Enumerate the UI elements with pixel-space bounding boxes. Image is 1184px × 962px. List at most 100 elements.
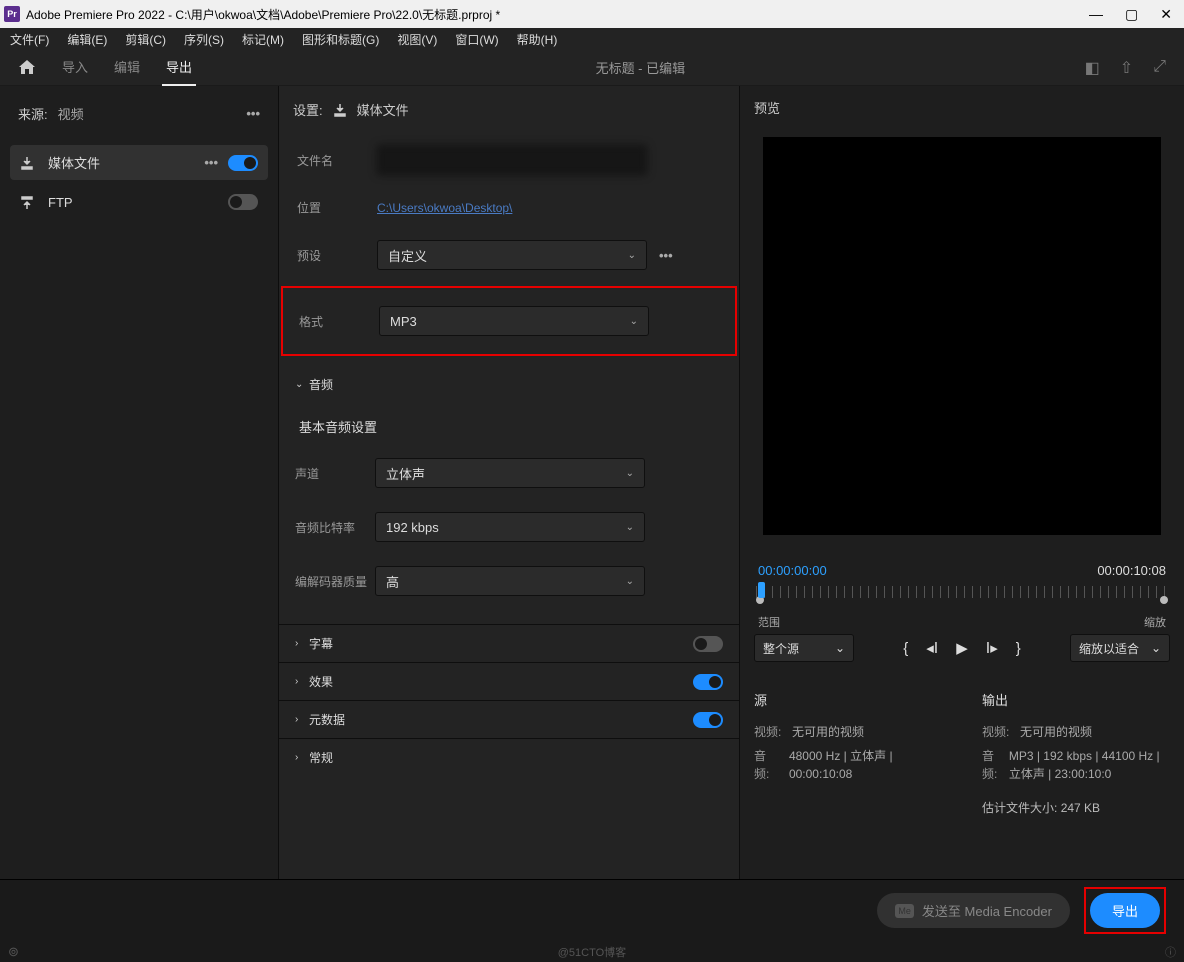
section-toggle[interactable] <box>693 674 723 690</box>
section-header[interactable]: ›字幕 <box>279 624 739 662</box>
top-tab[interactable]: 导入 <box>58 49 92 86</box>
menu-item[interactable]: 序列(S) <box>180 29 228 50</box>
minimize-button[interactable]: — <box>1089 6 1103 23</box>
close-button[interactable]: ✕ <box>1160 6 1172 23</box>
window-title: Adobe Premiere Pro 2022 - C:\用户\okwoa\文档… <box>26 6 1089 23</box>
export-highlight: 导出 <box>1084 887 1166 934</box>
share-icon[interactable]: ⇧ <box>1120 58 1133 78</box>
chevron-down-icon: ⌄ <box>626 468 634 479</box>
bitrate-dropdown[interactable]: 192 kbps⌄ <box>375 512 645 542</box>
destination-item[interactable]: 媒体文件••• <box>10 145 268 180</box>
section-header[interactable]: ›元数据 <box>279 700 739 738</box>
top-tab[interactable]: 导出 <box>162 49 196 86</box>
send-to-encoder-label: 发送至 Media Encoder <box>922 901 1052 920</box>
menu-item[interactable]: 图形和标题(G) <box>298 29 383 50</box>
out-handle[interactable] <box>1160 596 1168 604</box>
chevron-down-icon: ⌄ <box>626 522 634 533</box>
chevron-down-icon: ⌄ <box>626 576 634 587</box>
audio-section-header[interactable]: ⌄ 音频 <box>279 366 739 403</box>
out-video-label: 视频: <box>982 723 1012 741</box>
step-back-icon[interactable]: ◂Ⅰ <box>926 639 938 657</box>
output-info-title: 输出 <box>982 690 1170 709</box>
destination-toggle[interactable] <box>228 155 258 171</box>
source-more-icon[interactable]: ••• <box>246 106 260 121</box>
chevron-down-icon: ⌄ <box>835 641 845 655</box>
mark-out-icon[interactable]: } <box>1016 640 1021 657</box>
menu-item[interactable]: 窗口(W) <box>451 29 502 50</box>
settings-label: 设置: <box>293 100 323 119</box>
chevron-right-icon: › <box>295 638 309 649</box>
section-label: 常规 <box>309 749 723 766</box>
export-button[interactable]: 导出 <box>1090 893 1160 928</box>
src-video-label: 视频: <box>754 723 784 741</box>
chevron-right-icon: › <box>295 714 309 725</box>
codec-quality-label: 编解码器质量 <box>295 573 375 590</box>
panel-layout-icon[interactable]: ◧ <box>1085 58 1100 78</box>
top-tab[interactable]: 编辑 <box>110 49 144 86</box>
media-encoder-icon: Me <box>895 904 914 918</box>
section-toggle[interactable] <box>693 636 723 652</box>
section-header[interactable]: ›效果 <box>279 662 739 700</box>
filename-input[interactable] <box>377 145 647 175</box>
upload-icon <box>20 194 38 210</box>
timecode-out[interactable]: 00:00:10:08 <box>1097 563 1166 578</box>
bottom-bar: Me 发送至 Media Encoder 导出 <box>0 879 1184 941</box>
chevron-down-icon: ⌄ <box>1151 641 1161 655</box>
window-titlebar: Pr Adobe Premiere Pro 2022 - C:\用户\okwoa… <box>0 0 1184 28</box>
format-label: 格式 <box>299 313 379 330</box>
section-toggle[interactable] <box>693 712 723 728</box>
codec-quality-dropdown[interactable]: 高⌄ <box>375 566 645 596</box>
info-icon[interactable]: ⓘ <box>1165 944 1176 960</box>
format-highlight: 格式 MP3 ⌄ <box>281 286 737 356</box>
chevron-right-icon: › <box>295 752 309 763</box>
mark-in-icon[interactable]: { <box>903 640 908 657</box>
creative-cloud-icon[interactable]: ⊚ <box>8 944 19 960</box>
timecode-in[interactable]: 00:00:00:00 <box>758 563 827 578</box>
source-info-title: 源 <box>754 690 942 709</box>
step-forward-icon[interactable]: Ⅰ▸ <box>986 639 998 657</box>
maximize-button[interactable]: ▢ <box>1125 6 1138 23</box>
destination-toggle[interactable] <box>228 194 258 210</box>
chevron-down-icon: ⌄ <box>295 379 309 390</box>
menu-item[interactable]: 文件(F) <box>6 29 53 50</box>
est-size-value: 247 KB <box>1061 801 1100 815</box>
send-to-encoder-button[interactable]: Me 发送至 Media Encoder <box>877 893 1070 928</box>
destination-more-icon[interactable]: ••• <box>204 155 218 170</box>
range-dropdown[interactable]: 整个源⌄ <box>754 634 854 662</box>
download-icon <box>20 155 38 171</box>
channel-label: 声道 <box>295 465 375 482</box>
format-dropdown[interactable]: MP3 ⌄ <box>379 306 649 336</box>
preset-more-icon[interactable]: ••• <box>659 248 673 263</box>
menu-item[interactable]: 编辑(E) <box>63 29 111 50</box>
menu-item[interactable]: 剪辑(C) <box>121 29 170 50</box>
preview-viewport[interactable] <box>763 137 1161 535</box>
channel-dropdown[interactable]: 立体声 ⌄ <box>375 458 645 488</box>
location-link[interactable]: C:\Users\okwoa\Desktop\ <box>377 201 512 215</box>
format-value: MP3 <box>390 314 417 329</box>
source-label: 来源: <box>18 104 48 123</box>
playhead[interactable] <box>758 582 765 598</box>
channel-value: 立体声 <box>386 464 425 483</box>
section-header[interactable]: ›常规 <box>279 738 739 776</box>
section-label: 效果 <box>309 673 693 690</box>
zoom-header-label: 缩放 <box>1144 614 1166 630</box>
destination-item[interactable]: FTP <box>10 186 268 218</box>
audio-subtitle: 基本音频设置 <box>299 417 723 436</box>
top-bar: 导入编辑导出 无标题 - 已编辑 ◧ ⇧ ⤢ <box>0 50 1184 86</box>
settings-panel: 设置: 媒体文件 文件名 位置 C:\Users\okwoa\Desktop\ … <box>278 86 740 879</box>
mediafile-label: 媒体文件 <box>357 100 409 119</box>
source-value[interactable]: 视频 <box>58 104 247 123</box>
home-icon[interactable] <box>0 59 54 77</box>
out-video-value: 无可用的视频 <box>1020 723 1092 741</box>
zoom-dropdown[interactable]: 缩放以适合⌄ <box>1070 634 1170 662</box>
preview-timeline[interactable] <box>756 586 1168 604</box>
out-audio-value: MP3 | 192 kbps | 44100 Hz | 立体声 | 23:00:… <box>1009 747 1170 783</box>
watermark: @51CTO博客 <box>558 944 626 960</box>
menu-item[interactable]: 标记(M) <box>238 29 288 50</box>
preset-dropdown[interactable]: 自定义 ⌄ <box>377 240 647 270</box>
menu-item[interactable]: 视图(V) <box>393 29 441 50</box>
fullscreen-icon[interactable]: ⤢ <box>1153 58 1166 78</box>
location-label: 位置 <box>297 199 377 216</box>
menu-item[interactable]: 帮助(H) <box>513 29 562 50</box>
play-icon[interactable]: ▶ <box>956 639 968 657</box>
